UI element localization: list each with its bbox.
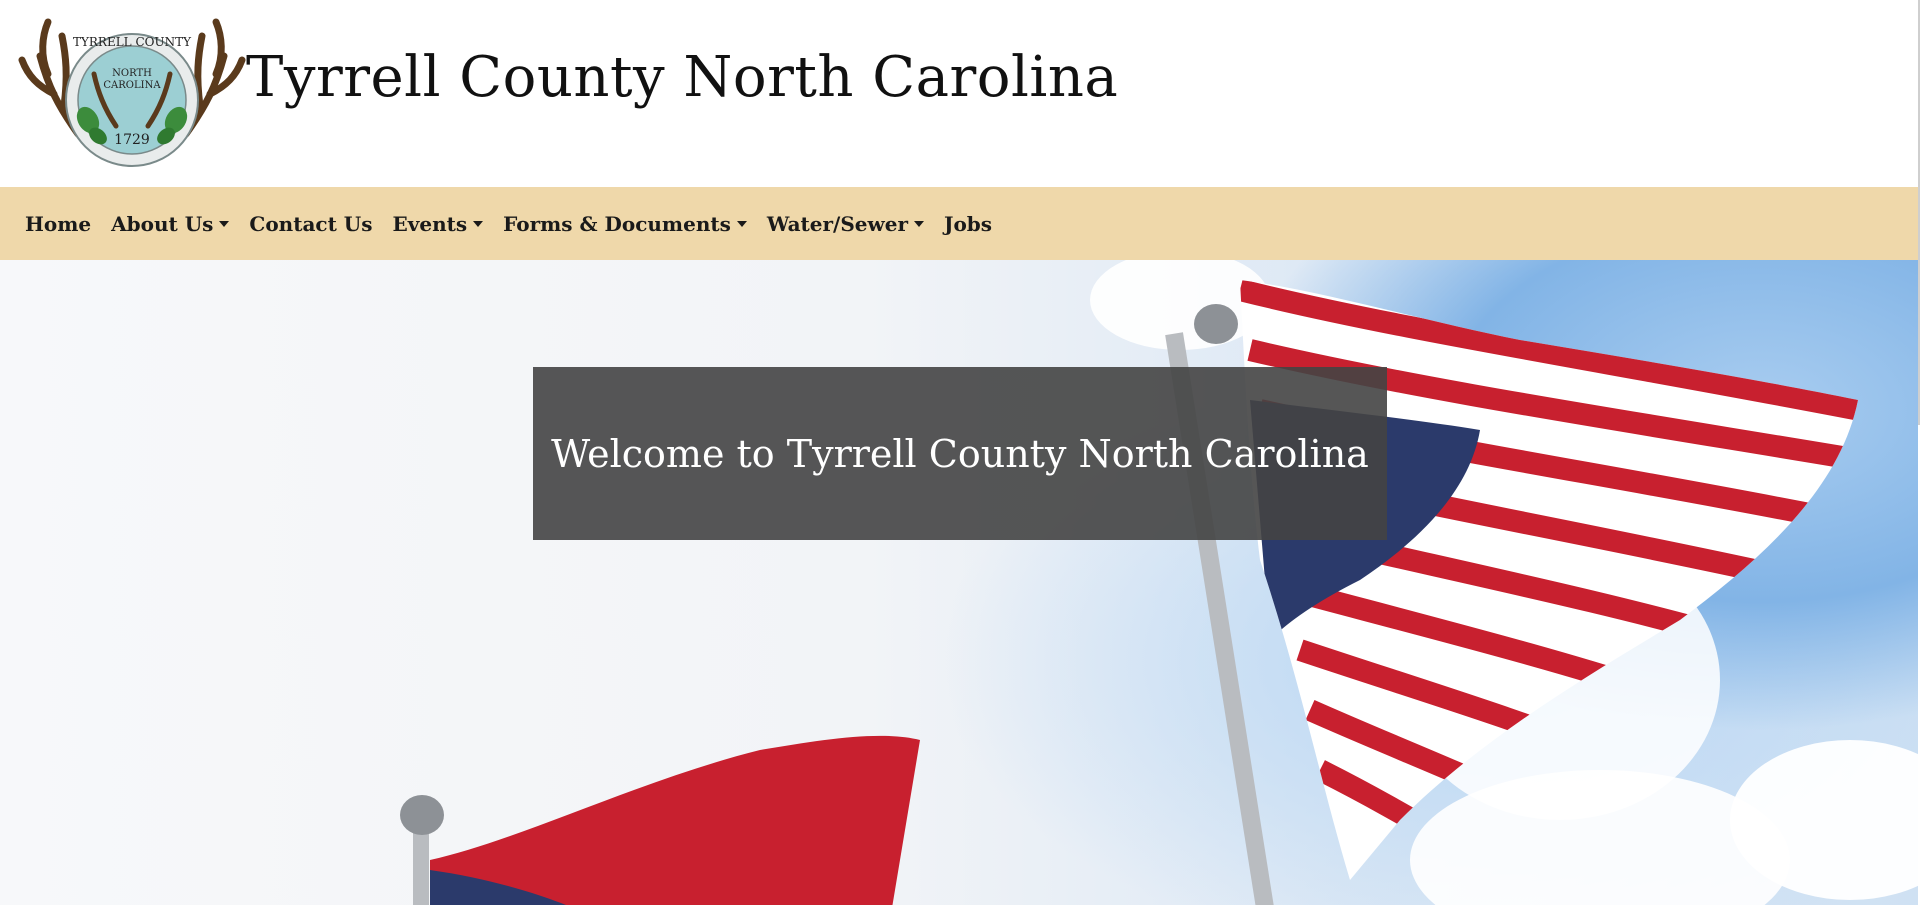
county-seal-logo: TYRRELL COUNTY NORTH CAROLINA 1729 — [18, 18, 246, 167]
nav-item-about-us[interactable]: About Us — [111, 211, 230, 236]
site-header: TYRRELL COUNTY NORTH CAROLINA 1729 Tyrre… — [0, 0, 1918, 187]
nav-item-water-sewer[interactable]: Water/Sewer — [767, 212, 924, 236]
nav-label: About Us — [111, 211, 214, 236]
nav-label: Jobs — [944, 211, 993, 236]
welcome-heading: Welcome to Tyrrell County North Carolina — [551, 431, 1369, 476]
nav-item-jobs[interactable]: Jobs — [944, 212, 992, 236]
main-navbar: Home About Us Contact Us Events Forms & … — [0, 187, 1918, 260]
nav-item-forms-documents[interactable]: Forms & Documents — [503, 212, 747, 236]
svg-text:NORTH: NORTH — [112, 68, 152, 79]
flags-hero-image — [400, 260, 1918, 905]
nav-label: Water/Sewer — [766, 211, 908, 236]
nav-item-contact-us[interactable]: Contact Us — [249, 212, 372, 236]
nav-label: Home — [25, 211, 92, 236]
nav-item-home[interactable]: Home — [25, 212, 91, 236]
svg-text:TYRRELL COUNTY: TYRRELL COUNTY — [73, 35, 192, 49]
nav-label: Contact Us — [249, 211, 373, 236]
svg-text:CAROLINA: CAROLINA — [103, 80, 161, 91]
nav-label: Forms & Documents — [503, 211, 731, 236]
caret-down-icon — [914, 220, 924, 227]
caret-down-icon — [736, 220, 747, 227]
nav-label: Events — [392, 211, 468, 236]
hero-banner: Welcome to Tyrrell County North Carolina — [0, 260, 1918, 905]
caret-down-icon — [219, 220, 230, 227]
site-title[interactable]: Tyrrell County North Carolina — [246, 38, 1118, 118]
caret-down-icon — [473, 220, 484, 227]
svg-text:1729: 1729 — [114, 132, 150, 148]
welcome-banner: Welcome to Tyrrell County North Carolina — [533, 367, 1387, 540]
nav-item-events[interactable]: Events — [393, 212, 484, 236]
